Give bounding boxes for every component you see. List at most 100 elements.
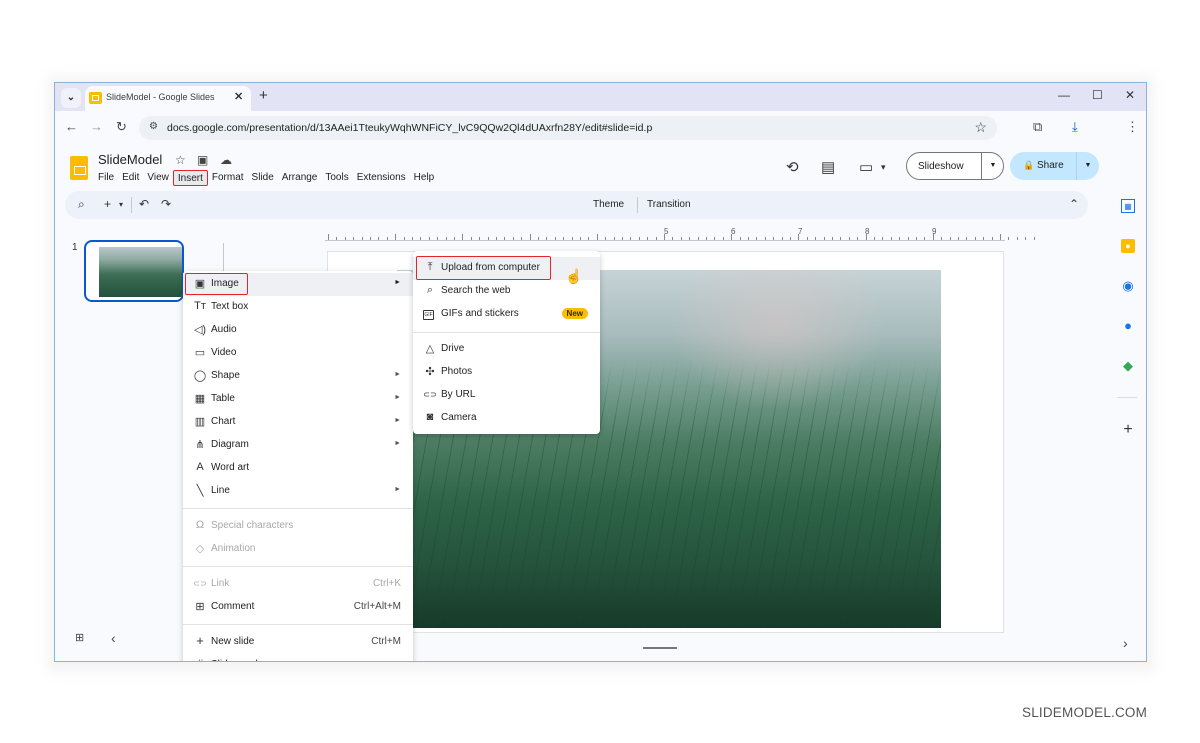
insert-menu-item-special-characters[interactable]: Ω Special characters [183,515,413,538]
ruler-tick [496,237,497,240]
image-submenu-item-camera[interactable]: ◙ Camera [413,407,600,430]
document-title[interactable]: SlideModel [98,152,162,167]
keep-icon[interactable]: ● [1121,239,1135,253]
menu-insert[interactable]: Insert [172,170,208,186]
menu-divider [413,332,600,333]
extensions-icon[interactable]: ⧉ [1033,119,1042,135]
share-button[interactable]: 🔒 Share ▼ [1010,152,1099,180]
meet-icon[interactable]: ▭ [859,158,873,176]
version-history-icon[interactable]: ⟲ [786,158,799,176]
insert-menu-item-shape[interactable]: ◯ Shape ► [183,365,413,388]
tasks-icon[interactable]: ◉ [1121,279,1135,293]
address-bar[interactable]: ⚙ docs.google.com/presentation/d/13AAei1… [139,116,997,140]
menu-format[interactable]: Format [208,170,248,186]
tab-title: SlideModel - Google Slides [106,92,215,102]
url-text[interactable]: docs.google.com/presentation/d/13AAei1Tt… [167,122,652,134]
bookmark-star-icon[interactable]: ☆ [974,119,987,136]
image-submenu-item-by-url[interactable]: ⊂⊃ By URL [413,384,600,407]
collapse-filmstrip-icon[interactable]: ‹ [111,630,116,646]
insert-menu-item-video[interactable]: ▭ Video [183,342,413,365]
ruler-tick [907,237,909,240]
transition-button[interactable]: Transition [647,199,691,210]
plus-icon: + [196,633,204,648]
ruler-tick [462,234,464,240]
image-submenu-item-gifs-and-stickers[interactable]: GIF GIFs and stickers New [413,303,600,326]
insert-menu-item-word-art[interactable]: A Word art [183,457,413,480]
cloud-status-icon[interactable]: ☁ [220,153,232,167]
ruler-tick [739,237,741,240]
ruler-tick [529,234,531,240]
window-close-button[interactable]: ✕ [1125,88,1135,102]
image-submenu-item-photos[interactable]: ✣ Photos [413,361,600,384]
ruler-tick [622,237,623,240]
contacts-icon[interactable]: ● [1121,319,1135,333]
move-folder-icon[interactable]: ▣ [197,153,208,167]
shortcut-text: Ctrl+K [372,578,401,589]
redo-icon[interactable]: ↷ [161,197,171,211]
slide-thumbnail[interactable] [84,240,184,302]
menu-slide[interactable]: Slide [248,170,278,186]
add-caret-icon[interactable]: ▾ [119,200,123,209]
maximize-button[interactable]: ☐ [1092,88,1103,102]
theme-button[interactable]: Theme [593,199,624,210]
menu-tools[interactable]: Tools [321,170,352,186]
insert-menu-item-link[interactable]: ⊂⊃ Link Ctrl+K [183,573,413,596]
undo-icon[interactable]: ↶ [139,197,149,211]
insert-menu-item-image[interactable]: ▣ Image ► [183,273,413,296]
menu-help[interactable]: Help [410,170,439,186]
line-icon: ╲ [196,485,204,497]
speaker-notes-resize-handle[interactable] [643,647,677,649]
insert-menu-item-chart[interactable]: ▥ Chart ► [183,411,413,434]
insert-menu-item-slide-numbers[interactable]: # Slide numbers [183,654,413,661]
new-tab-button[interactable]: + [259,87,268,104]
tab-google-slides[interactable]: SlideModel - Google Slides ✕ [85,86,251,111]
ruler-tick [932,234,934,240]
thumbnail-image [99,247,182,297]
insert-menu-item-animation[interactable]: ◇ Animation [183,538,413,561]
slides-logo-icon[interactable] [70,156,88,180]
site-info-icon[interactable]: ⚙ [149,121,158,132]
get-addons-icon[interactable]: + [1121,422,1135,438]
minimize-button[interactable]: — [1058,88,1070,102]
insert-menu-item-table[interactable]: ▦ Table ► [183,388,413,411]
comments-icon[interactable]: ▤ [821,158,835,176]
download-icon[interactable]: ⤓ [1072,119,1078,135]
image-submenu-item-drive[interactable]: △ Drive [413,338,600,361]
menu-extensions[interactable]: Extensions [353,170,410,186]
maps-icon[interactable]: ◆ [1121,359,1135,373]
expand-side-panel-icon[interactable]: › [1123,635,1128,651]
collapse-toolbar-icon[interactable]: ⌃ [1069,197,1079,211]
forward-icon[interactable]: → [90,119,103,134]
insert-menu-item-new-slide[interactable]: + New slide Ctrl+M [183,631,413,654]
search-menus-icon[interactable]: ⌕ [78,197,85,212]
reload-icon[interactable]: ↻ [116,119,127,135]
horizontal-ruler[interactable]: 5 6 7 8 9 [325,227,1035,241]
slideshow-options-caret[interactable]: ▼ [981,153,1004,179]
tab-close-icon[interactable]: ✕ [234,90,243,103]
slideshow-button[interactable]: Slideshow ▼ [906,152,1004,180]
share-options-caret[interactable]: ▼ [1076,152,1099,180]
menu-file[interactable]: File [94,170,118,186]
menu-arrange[interactable]: Arrange [278,170,322,186]
browser-menu-icon[interactable]: ⋮ [1126,119,1139,135]
insert-menu-item-line[interactable]: ╲ Line ► [183,480,413,503]
star-icon[interactable]: ☆ [175,153,186,167]
ruler-tick [697,237,699,240]
ruler-tick [806,237,808,240]
menu-view[interactable]: View [143,170,173,186]
ruler-tick [521,237,523,240]
back-icon[interactable]: ← [65,119,78,134]
menu-edit[interactable]: Edit [118,170,143,186]
insert-menu-item-comment[interactable]: ⊞ Comment Ctrl+Alt+M [183,596,413,619]
ruler-tick [722,237,724,240]
browser-window: ⌄ SlideModel - Google Slides ✕ + — ☐ ✕ ←… [54,82,1147,662]
insert-menu-item-diagram[interactable]: ⋔ Diagram ► [183,434,413,457]
menu-bar: File Edit View Insert Format Slide Arran… [94,170,438,186]
calendar-icon[interactable]: ▦ [1121,199,1135,213]
insert-menu-item-text-box[interactable]: Tт Text box [183,296,413,319]
tab-search-button[interactable]: ⌄ [61,88,81,108]
grid-view-icon[interactable]: ⊞ [75,631,84,644]
insert-menu-item-audio[interactable]: ◁) Audio [183,319,413,342]
meet-caret-icon[interactable]: ▾ [881,162,886,173]
new-slide-add-icon[interactable]: + [104,197,111,211]
